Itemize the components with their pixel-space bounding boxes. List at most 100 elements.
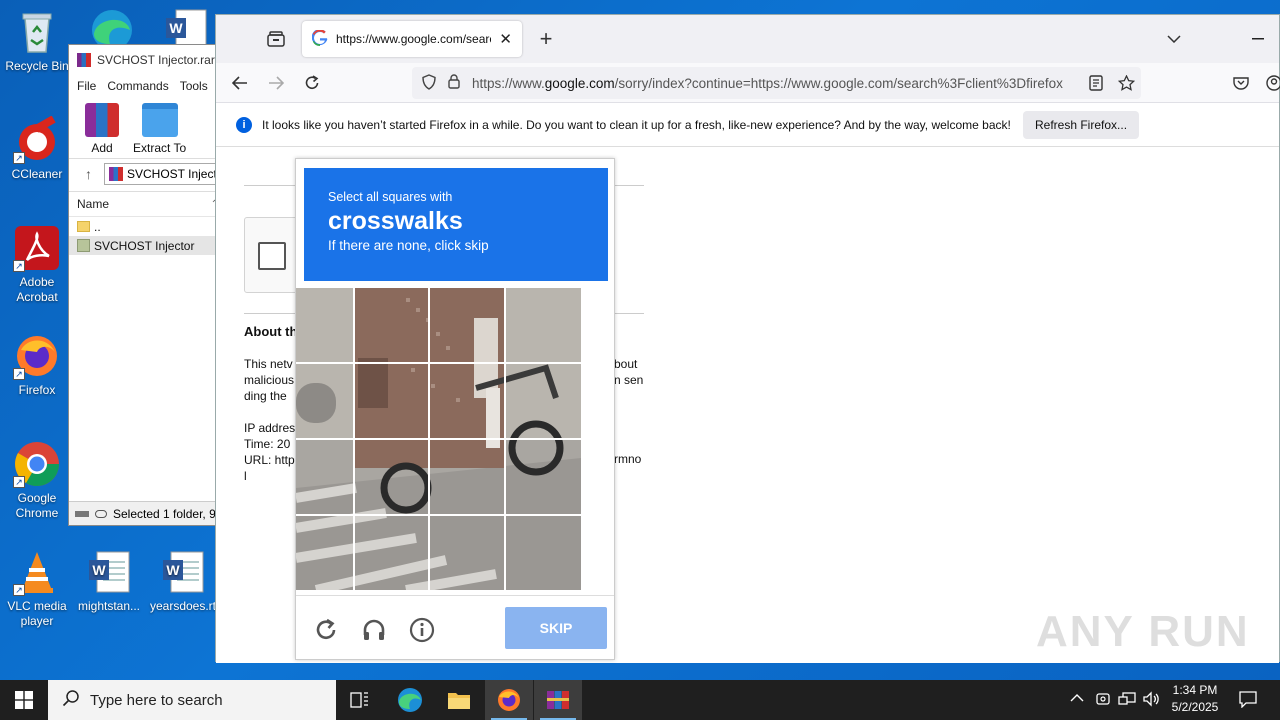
recaptcha-checkbox[interactable] (258, 242, 286, 270)
pocket-icon[interactable] (1227, 69, 1255, 97)
folder-icon (448, 693, 470, 709)
desktop-icon-ccleaner[interactable]: ↗ CCleaner (0, 115, 74, 182)
reload-icon[interactable] (298, 69, 326, 97)
notifications-icon[interactable] (1238, 690, 1258, 711)
taskbar-file-explorer[interactable] (435, 680, 483, 720)
extract-to-label: Extract To (133, 141, 187, 155)
desktop: Recycle Bin ↗ CCleaner ↗ Adobe Acrobat ↗… (0, 0, 1280, 680)
task-view-icon (350, 692, 368, 708)
explanation-text-right: bout n sen (614, 356, 643, 388)
list-item[interactable]: SVCHOST Injector (69, 236, 227, 255)
desktop-icon-label: yearsdoes.rt (149, 599, 217, 613)
url-line-right: rmno (614, 452, 642, 466)
help-info-icon[interactable] (406, 614, 438, 646)
captcha-target: crosswalks (328, 207, 463, 235)
column-name-label: Name (77, 197, 110, 211)
word-document-icon: W (85, 548, 133, 596)
list-item[interactable]: .. (69, 217, 227, 236)
taskbar-edge[interactable] (386, 680, 434, 720)
winrar-window[interactable]: SVCHOST Injector.rar File Commands Tools… (68, 44, 229, 526)
start-button[interactable] (0, 680, 48, 720)
desktop-icon-label: Adobe Acrobat (16, 275, 58, 304)
skip-button[interactable]: SKIP (505, 607, 607, 649)
refresh-firefox-button[interactable]: Refresh Firefox... (1023, 111, 1140, 139)
winrar-titlebar[interactable]: SVCHOST Injector.rar (69, 45, 227, 75)
url-text: https://www.google.com/sorry/index?conti… (472, 76, 1141, 91)
winrar-icon (547, 691, 569, 709)
taskbar-search[interactable]: Type here to search (48, 680, 336, 720)
taskbar-clock[interactable]: 1:34 PM 5/2/2025 (1160, 682, 1230, 718)
desktop-icon-word-doc-2[interactable]: W yearsdoes.rt (146, 548, 220, 614)
menu-commands[interactable]: Commands (107, 79, 168, 93)
navigation-bar: https://www.google.com/sorry/index?conti… (216, 63, 1280, 103)
url-host: google.com (544, 75, 615, 91)
winrar-statusbar: Selected 1 folder, 9 (69, 501, 227, 525)
desktop-icon-recycle-bin[interactable]: Recycle Bin (0, 8, 74, 74)
explanation-line: n sen (614, 373, 644, 387)
explanation-line: ding the (244, 389, 287, 403)
desktop-icon-label: CCleaner (11, 167, 63, 181)
drive-icon (75, 510, 89, 517)
shortcut-arrow-icon: ↗ (13, 584, 25, 596)
add-button[interactable]: Add (85, 103, 119, 155)
notification-text: It looks like you haven’t started Firefo… (262, 117, 1011, 132)
lock-icon[interactable] (448, 74, 460, 92)
desktop-icon-firefox[interactable]: ↗ Firefox (0, 332, 74, 398)
desktop-icon-word-doc-1[interactable]: W mightstan... (72, 548, 146, 614)
vlc-icon: ↗ (13, 548, 61, 596)
reload-challenge-icon[interactable] (310, 614, 342, 646)
account-icon[interactable] (1260, 69, 1280, 97)
explanation-line: malicious (244, 373, 295, 387)
desktop-icon-label: Firefox (18, 383, 56, 397)
desktop-icon-adobe-acrobat[interactable]: ↗ Adobe Acrobat (0, 224, 74, 305)
desktop-icon-label: VLC media player (7, 599, 67, 628)
list-tabs-chevron-icon[interactable] (1160, 25, 1188, 53)
reader-view-icon[interactable] (1082, 69, 1110, 97)
adobe-acrobat-icon: ↗ (13, 224, 61, 272)
recycle-bin-icon (13, 8, 61, 56)
menu-tools[interactable]: Tools (180, 79, 208, 93)
desktop-icon-google-chrome[interactable]: ↗ Google Chrome (0, 440, 74, 521)
clock-date: 5/2/2025 (1171, 700, 1219, 714)
network-icon[interactable] (1118, 691, 1136, 710)
extract-folder-icon (141, 103, 178, 137)
add-label: Add (91, 141, 113, 155)
shortcut-arrow-icon: ↗ (13, 260, 25, 272)
forward-icon[interactable] (262, 69, 290, 97)
bookmark-star-icon[interactable] (1112, 69, 1140, 97)
word-document-icon: W (159, 548, 207, 596)
anyrun-watermark: ANY RUN (1036, 607, 1250, 656)
column-header-name[interactable]: Name ⌃ (69, 191, 227, 217)
extract-to-button[interactable]: Extract To (133, 103, 186, 155)
recaptcha-challenge[interactable]: Select all squares with crosswalks If th… (295, 158, 615, 660)
taskbar-winrar[interactable] (534, 680, 582, 720)
task-view-button[interactable] (336, 680, 384, 720)
desktop-icon-vlc[interactable]: ↗ VLC media player (0, 548, 74, 629)
tab-overview-icon[interactable] (262, 25, 290, 53)
menu-file[interactable]: File (77, 79, 96, 93)
new-tab-icon[interactable]: + (532, 25, 560, 53)
show-hidden-icons-chevron-icon[interactable] (1070, 692, 1084, 706)
minimize-icon[interactable] (1244, 25, 1272, 53)
tab-close-icon[interactable]: ✕ (499, 30, 512, 48)
taskbar: Type here to search 1:34 PM 5/2/2025 (0, 680, 1280, 720)
winrar-path-box[interactable]: SVCHOST Injector (104, 163, 229, 185)
archive-icon (109, 167, 123, 181)
volume-icon[interactable] (1142, 691, 1160, 710)
tab-title: https://www.google.com/searc (336, 32, 492, 46)
url-path: /sorry/index?continue=https://www.google… (614, 75, 1063, 91)
status-text: Selected 1 folder, 9 (113, 506, 216, 521)
google-icon (311, 28, 328, 49)
grid-overlay (296, 288, 581, 590)
tab-google[interactable]: https://www.google.com/searc ✕ (302, 21, 522, 57)
url-bar[interactable]: https://www.google.com/sorry/index?conti… (412, 67, 1141, 99)
back-icon[interactable] (226, 69, 254, 97)
tracking-protection-shield-icon[interactable] (422, 73, 436, 93)
desktop-icon-label: Google Chrome (15, 491, 59, 520)
audio-challenge-icon[interactable] (358, 614, 390, 646)
up-arrow-icon[interactable]: ↑ (85, 166, 92, 182)
list-item-label: .. (94, 219, 101, 234)
meet-now-icon[interactable] (1095, 691, 1111, 710)
taskbar-firefox[interactable] (485, 680, 533, 720)
add-archive-icon (85, 103, 119, 137)
